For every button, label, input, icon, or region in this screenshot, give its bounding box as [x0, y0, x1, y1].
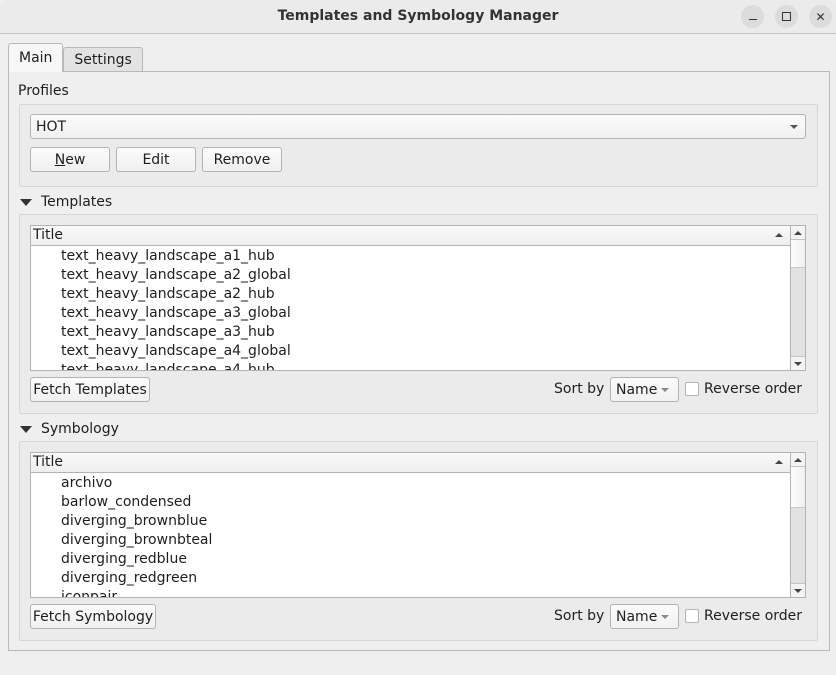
collapse-triangle-icon — [20, 198, 32, 206]
profile-select-value: HOT — [36, 118, 67, 135]
list-item[interactable]: text_heavy_landscape_a2_global — [31, 266, 790, 285]
scroll-up-icon[interactable] — [791, 453, 805, 467]
tab-main[interactable]: Main — [8, 43, 64, 72]
scrollbar-thumb[interactable] — [791, 240, 805, 268]
profiles-label: Profiles — [18, 83, 69, 99]
templates-section-label: Templates — [41, 194, 113, 210]
close-icon: ✕ — [815, 9, 826, 24]
list-item[interactable]: diverging_redblue — [31, 550, 790, 569]
remove-profile-button[interactable]: Remove — [202, 147, 282, 172]
close-button[interactable]: ✕ — [809, 5, 832, 28]
title-column-label: Title — [33, 454, 64, 470]
tab-settings[interactable]: Settings — [63, 47, 143, 72]
templates-list[interactable]: Title text_heavy_landscape_a1_hub text_he… — [30, 225, 806, 371]
templates-sort-value: Name — [616, 381, 658, 398]
edit-profile-button[interactable]: Edit — [116, 147, 196, 172]
scroll-up-icon[interactable] — [791, 226, 805, 240]
fetch-symbology-button[interactable]: Fetch Symbology — [30, 604, 156, 629]
tab-bar: Main Settings — [8, 43, 143, 72]
symbology-rows: archivo barlow_condensed diverging_brownbl… — [31, 474, 790, 597]
templates-reverse-order-checkbox[interactable] — [685, 382, 699, 396]
sort-ascending-icon — [775, 233, 783, 237]
symbology-sort-select[interactable]: Name — [610, 604, 679, 629]
new-rest: ew — [65, 151, 86, 168]
templates-column-header[interactable]: Title — [31, 226, 790, 246]
symbology-sort-by-label: Sort by — [554, 608, 605, 624]
title-column-label: Title — [33, 227, 64, 243]
list-item[interactable]: diverging_brownblue — [31, 512, 790, 531]
chevron-down-icon — [790, 125, 798, 129]
scroll-down-icon[interactable] — [791, 356, 805, 370]
title-bar: Templates and Symbology Manager ✕ — [0, 0, 836, 34]
symbology-reverse-order-label[interactable]: Reverse order — [704, 608, 802, 624]
list-item[interactable]: diverging_brownbteal — [31, 531, 790, 550]
list-item[interactable]: text_heavy_landscape_a1_hub — [31, 247, 790, 266]
templates-scrollbar[interactable] — [790, 226, 805, 370]
templates-rows: text_heavy_landscape_a1_hub text_heavy_la… — [31, 247, 790, 370]
symbology-scrollbar[interactable] — [790, 453, 805, 597]
list-item[interactable]: iconpair — [31, 588, 790, 597]
templates-reverse-order-label[interactable]: Reverse order — [704, 381, 802, 397]
templates-section-toggle[interactable]: Templates — [20, 194, 112, 210]
window-title: Templates and Symbology Manager — [277, 8, 559, 24]
symbology-sort-value: Name — [616, 608, 658, 625]
maximize-button[interactable] — [775, 5, 798, 28]
chevron-down-icon — [661, 615, 669, 619]
minimize-icon — [748, 19, 757, 20]
list-item[interactable]: text_heavy_landscape_a3_hub — [31, 323, 790, 342]
list-item[interactable]: text_heavy_landscape_a3_global — [31, 304, 790, 323]
collapse-triangle-icon — [20, 425, 32, 433]
templates-sort-by-label: Sort by — [554, 381, 605, 397]
symbology-section-label: Symbology — [41, 421, 119, 437]
list-item[interactable]: text_heavy_landscape_a2_hub — [31, 285, 790, 304]
minimize-button[interactable] — [741, 5, 764, 28]
list-item[interactable]: archivo — [31, 474, 790, 493]
list-item[interactable]: barlow_condensed — [31, 493, 790, 512]
maximize-icon — [782, 12, 791, 21]
templates-sort-select[interactable]: Name — [610, 377, 679, 402]
new-profile-button[interactable]: New — [30, 147, 110, 172]
symbology-column-header[interactable]: Title — [31, 453, 790, 473]
new-button-label: New — [55, 152, 86, 168]
list-item[interactable]: text_heavy_landscape_a4_global — [31, 342, 790, 361]
fetch-templates-button[interactable]: Fetch Templates — [30, 377, 150, 402]
scroll-down-icon[interactable] — [791, 583, 805, 597]
new-mnemonic: N — [54, 151, 66, 168]
symbology-section-toggle[interactable]: Symbology — [20, 421, 119, 437]
sort-ascending-icon — [775, 460, 783, 464]
scrollbar-thumb[interactable] — [791, 467, 805, 508]
list-item[interactable]: text_heavy_landscape_a4_hub — [31, 361, 790, 370]
list-item[interactable]: diverging_redgreen — [31, 569, 790, 588]
symbology-reverse-order-checkbox[interactable] — [685, 609, 699, 623]
symbology-list[interactable]: Title archivo barlow_condensed diverging_b… — [30, 452, 806, 598]
profile-select[interactable]: HOT — [30, 114, 806, 139]
chevron-down-icon — [661, 388, 669, 392]
